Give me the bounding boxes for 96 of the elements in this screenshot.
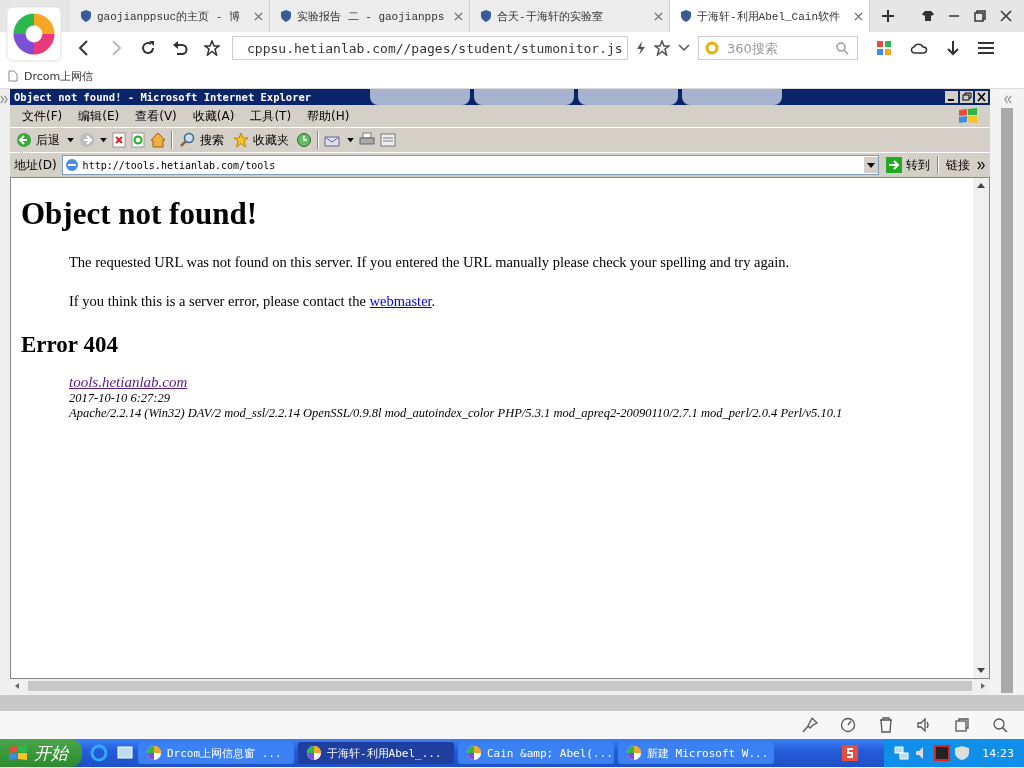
shield-icon[interactable] xyxy=(954,745,971,761)
ring-icon xyxy=(705,41,719,55)
server-info: Apache/2.2.14 (Win32) DAV/2 mod_ssl/2.2.14 OpenSSL/0.9.8l mod_autoindex_color PHP/5.3.1 mod_apreq2-20090110/2.7.1 mod_perl/2.0.4 Perl/v5.10.1 xyxy=(69,406,844,421)
desktop-icon[interactable] xyxy=(116,744,134,762)
address-field[interactable]: cppsu.hetianlab.com//pages/student/stumonitor.js xyxy=(232,36,628,60)
shield-icon xyxy=(80,9,92,23)
shirt-icon[interactable] xyxy=(922,10,934,22)
input-method-icon[interactable] xyxy=(842,745,859,761)
restore-icon[interactable] xyxy=(974,10,986,22)
taskbar-item[interactable]: Cain &amp; Abel(... xyxy=(458,742,614,764)
date-text: 2017-10-10 6:27:29 xyxy=(69,391,172,406)
app-icon[interactable] xyxy=(934,745,951,761)
error-heading: Error 404 xyxy=(21,332,119,358)
cloud-icon[interactable] xyxy=(910,41,928,55)
address-label: 地址(D) xyxy=(14,156,57,174)
close-icon[interactable] xyxy=(975,91,988,103)
taskbar-item[interactable]: 于海轩-利用Abel_... xyxy=(298,742,454,764)
shield-icon xyxy=(480,9,492,23)
browser-tab[interactable]: 于海轩-利用Abel_Cain软件 xyxy=(670,0,870,32)
app-icon xyxy=(306,745,322,761)
lightning-icon[interactable] xyxy=(636,41,646,55)
bookmark-item[interactable]: Drcom上网信 xyxy=(8,68,94,84)
paragraph: The requested URL was not found on this server. If you entered the URL manually please check your spelling and try again. xyxy=(69,254,791,271)
start-button[interactable]: 开始 xyxy=(0,739,82,767)
app-icon xyxy=(626,745,642,761)
webmaster-link[interactable]: webmaster xyxy=(369,293,432,309)
taskbar-item[interactable]: Drcom上网信息窗 ... xyxy=(138,742,294,764)
trash-icon[interactable] xyxy=(878,717,894,733)
dropdown-icon[interactable] xyxy=(100,137,107,143)
browser-tab[interactable]: 合天-于海轩的实验室 xyxy=(470,0,670,32)
minimize-icon[interactable] xyxy=(945,91,958,103)
reload-icon[interactable] xyxy=(140,40,156,56)
zoom-icon[interactable] xyxy=(992,717,1008,733)
scrollbar[interactable] xyxy=(973,178,989,678)
windows-flag-icon xyxy=(958,107,978,125)
app-icon xyxy=(466,745,482,761)
stop-icon[interactable] xyxy=(112,132,126,148)
clock: 14:23 xyxy=(982,746,1014,760)
expand-icon[interactable] xyxy=(977,160,986,170)
browser-icon[interactable] xyxy=(90,744,108,762)
browser-tab[interactable]: 实验报告 二 - gaojianpps xyxy=(270,0,470,32)
dropdown-icon[interactable] xyxy=(67,137,74,143)
search-field[interactable]: 360搜索 xyxy=(698,36,858,60)
scrollbar[interactable] xyxy=(0,693,1024,711)
arrow-icon xyxy=(886,157,902,173)
dropdown-icon[interactable] xyxy=(678,44,690,52)
windows-flag-icon xyxy=(8,744,28,762)
page-icon xyxy=(8,70,18,82)
collapse-icon[interactable] xyxy=(1002,95,1012,104)
page-heading: Object not found! xyxy=(21,196,258,232)
shield-icon xyxy=(680,9,692,23)
links-button[interactable]: 链接 xyxy=(944,156,972,174)
shield-icon xyxy=(280,9,292,23)
search-icon[interactable] xyxy=(835,41,849,55)
paragraph: If you think this is a server error, please contact the webmaster. xyxy=(69,293,437,310)
dropdown-icon[interactable] xyxy=(864,157,878,173)
pin-icon[interactable] xyxy=(802,717,818,733)
menu-icon[interactable] xyxy=(978,41,994,55)
printer-icon[interactable] xyxy=(359,132,375,148)
back-button[interactable]: 后退 xyxy=(14,131,62,149)
undo-icon[interactable] xyxy=(172,40,188,56)
menu-item[interactable]: 工具(T) xyxy=(242,107,300,125)
page-icon xyxy=(64,158,79,172)
refresh-icon[interactable] xyxy=(131,132,145,148)
scrollbar[interactable] xyxy=(1001,108,1013,693)
speaker-icon[interactable] xyxy=(916,717,932,733)
url-field[interactable]: http://tools.hetianlab.com/tools xyxy=(61,155,879,175)
star-icon[interactable] xyxy=(654,40,670,56)
star-icon xyxy=(233,132,249,148)
host-link[interactable]: tools.hetianlab.com xyxy=(69,374,963,391)
close-icon[interactable] xyxy=(1000,10,1012,22)
magnifier-icon xyxy=(180,132,196,148)
browser-logo-icon[interactable] xyxy=(6,6,62,62)
search-button[interactable]: 搜索 xyxy=(178,131,226,149)
apps-icon[interactable] xyxy=(876,40,892,56)
history-icon[interactable] xyxy=(296,132,312,148)
app-icon xyxy=(146,745,162,761)
dropdown-icon[interactable] xyxy=(347,137,354,143)
taskbar-item[interactable]: 新建 Microsoft W... xyxy=(618,742,774,764)
menu-item[interactable]: 查看(V) xyxy=(127,107,185,125)
star-icon[interactable] xyxy=(204,40,220,56)
network-icon[interactable] xyxy=(894,745,911,761)
window-icon[interactable] xyxy=(954,717,970,733)
favorites-button[interactable]: 收藏夹 xyxy=(231,131,291,149)
menu-item[interactable]: 帮助(H) xyxy=(299,107,358,125)
window-title: Object not found! - Microsoft Internet Explorer xyxy=(13,91,312,103)
browser-tab[interactable]: gaojianppsuc的主页 - 博 xyxy=(70,0,270,32)
go-button[interactable]: 转到 xyxy=(884,156,932,174)
menu-item[interactable]: 收藏(A) xyxy=(184,107,243,125)
menu-item[interactable]: 文件(F) xyxy=(14,107,71,125)
restore-icon[interactable] xyxy=(960,91,973,103)
new-tab-icon[interactable] xyxy=(882,10,894,22)
home-icon[interactable] xyxy=(150,132,166,148)
menu-item[interactable]: 编辑(E) xyxy=(70,107,128,125)
download-icon[interactable] xyxy=(946,40,960,56)
speed-icon[interactable] xyxy=(840,717,856,733)
